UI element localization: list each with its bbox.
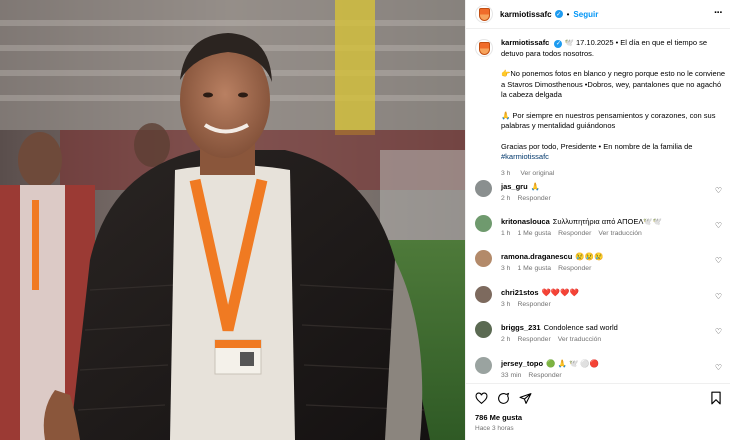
caption-meta: 3 h Ver original <box>501 169 727 180</box>
club-avatar[interactable] <box>475 5 493 23</box>
comment-username[interactable]: jas_gru <box>501 182 528 191</box>
comment-body: jas_gru 🙏 <box>501 182 701 192</box>
comment-text: Συλλυπητήρια από ΑΠΟΕΛ🕊️🕊️ <box>552 217 663 226</box>
post-detail-panel: karmiotissafc ✓ • Seguir ··· karmiotissa… <box>465 0 730 440</box>
comment-like-heart-icon[interactable]: ♡ <box>715 256 722 265</box>
comment-action[interactable]: Responder <box>528 372 561 379</box>
comment-action[interactable]: 1 Me gusta <box>517 265 551 272</box>
comment-like-heart-icon[interactable]: ♡ <box>715 327 722 336</box>
comment-item: jas_gru 🙏 2 h Responder ♡ <box>475 180 727 208</box>
club-crest-icon <box>478 7 490 21</box>
comment-avatar[interactable] <box>475 250 492 267</box>
see-original-link[interactable]: Ver original <box>520 170 554 177</box>
club-crest-icon <box>478 41 490 55</box>
more-icon[interactable]: ··· <box>714 8 723 19</box>
likes-count[interactable]: 786 Me gusta <box>475 413 522 422</box>
comment-username[interactable]: jersey_topo <box>501 359 543 368</box>
comment-text: Condolence sad world <box>543 323 618 332</box>
comment-time: 1 h <box>501 230 511 237</box>
verified-badge-icon: ✓ <box>554 40 563 49</box>
caption-paragraph-1: 👉No ponemos fotos en blanco y negro porq… <box>501 69 726 99</box>
comment-item: jersey_topo 🟢 🙏 🕊️ ⚪🔴 33 min Responder ♡ <box>475 357 727 382</box>
comment-icon[interactable] <box>497 392 510 407</box>
comment-action[interactable]: 1 Me gusta <box>517 230 551 237</box>
comment-like-heart-icon[interactable]: ♡ <box>715 363 722 372</box>
post-photo <box>0 0 465 440</box>
comment-meta: 33 min Responder <box>501 372 569 379</box>
comment-text: 🟢 🙏 🕊️ ⚪🔴 <box>546 359 600 368</box>
comment-time: 33 min <box>501 372 522 379</box>
comment-like-heart-icon[interactable]: ♡ <box>715 186 722 195</box>
comment-time: 2 h <box>501 336 511 343</box>
caption-username[interactable]: karmiotissafc <box>501 38 549 47</box>
comment-meta: 1 h 1 Me gusta Responder Ver traducción <box>501 230 649 237</box>
comment-text: ❤️❤️❤️❤️ <box>541 288 579 297</box>
comment-item: kritonaslouca Συλλυπητήρια από ΑΠΟΕΛ🕊️🕊️ 1… <box>475 215 727 243</box>
post-actions: 786 Me gusta Hace 3 horas <box>466 383 730 440</box>
comment-item: chri21stos ❤️❤️❤️❤️ 3 h Responder ♡ <box>475 286 727 314</box>
comment-time: 3 h <box>501 301 511 308</box>
comment-text: 😢😢😢 <box>575 252 604 261</box>
caption-paragraph-3: Gracias por todo, Presidente • En nombre… <box>501 141 693 151</box>
comment-item: briggs_231 Condolence sad world 2 h Respond… <box>475 321 727 349</box>
comment-body: jersey_topo 🟢 🙏 🕊️ ⚪🔴 <box>501 359 701 369</box>
comment-username[interactable]: chri21stos <box>501 288 539 297</box>
comment-avatar[interactable] <box>475 321 492 338</box>
verified-badge-icon: ✓ <box>554 10 563 18</box>
comment-meta: 3 h 1 Me gusta Responder <box>501 265 598 272</box>
comment-time: 3 h <box>501 265 511 272</box>
share-icon[interactable] <box>519 392 532 407</box>
post-timestamp: Hace 3 horas <box>475 425 514 432</box>
post-image <box>0 0 465 440</box>
comment-action[interactable]: Ver traducción <box>598 230 641 237</box>
comment-username[interactable]: briggs_231 <box>501 323 541 332</box>
bookmark-icon[interactable] <box>710 391 722 407</box>
comment-action[interactable]: Responder <box>558 230 591 237</box>
comment-body: briggs_231 Condolence sad world <box>501 323 701 333</box>
heart-icon[interactable] <box>475 392 488 407</box>
comment-like-heart-icon[interactable]: ♡ <box>715 221 722 230</box>
follow-button[interactable]: Seguir <box>573 10 598 19</box>
caption-paragraph-2: 🙏 Por siempre en nuestros pensamientos y… <box>501 110 716 131</box>
comment-time: 2 h <box>501 195 511 202</box>
comment-body: kritonaslouca Συλλυπητήρια από ΑΠΟΕΛ🕊️🕊️ <box>501 217 701 227</box>
comment-username[interactable]: ramona.draganescu <box>501 252 572 261</box>
comment-meta: 3 h Responder <box>501 301 558 308</box>
comment-action[interactable]: Ver traducción <box>558 336 601 343</box>
post-header: karmiotissafc ✓ • Seguir ··· <box>466 0 730 29</box>
comment-avatar[interactable] <box>475 286 492 303</box>
comment-action[interactable]: Responder <box>517 195 550 202</box>
caption-hashtag[interactable]: #karmiotissafc <box>501 152 549 161</box>
caption-avatar[interactable] <box>475 39 493 57</box>
comment-like-heart-icon[interactable]: ♡ <box>715 292 722 301</box>
post-caption: karmiotissafc ✓ 🕊️ 17.10.2025 • El día e… <box>475 38 727 179</box>
comment-body: chri21stos ❤️❤️❤️❤️ <box>501 288 701 298</box>
comment-item: ramona.draganescu 😢😢😢 3 h 1 Me gusta Respond… <box>475 250 727 278</box>
caption-time: 3 h <box>501 169 511 177</box>
comment-avatar[interactable] <box>475 180 492 197</box>
comment-action[interactable]: Responder <box>558 265 591 272</box>
comment-body: ramona.draganescu 😢😢😢 <box>501 252 701 262</box>
comment-action[interactable]: Responder <box>517 301 550 308</box>
comment-text: 🙏 <box>530 182 541 191</box>
comment-meta: 2 h Responder Ver traducción <box>501 336 608 343</box>
comment-username[interactable]: kritonaslouca <box>501 217 550 226</box>
comment-meta: 2 h Responder <box>501 195 558 202</box>
separator-dot: • <box>566 9 570 19</box>
comment-avatar[interactable] <box>475 357 492 374</box>
comments-scroll-area[interactable]: karmiotissafc ✓ 🕊️ 17.10.2025 • El día e… <box>466 30 730 382</box>
comment-action[interactable]: Responder <box>517 336 550 343</box>
header-username[interactable]: karmiotissafc <box>500 10 552 19</box>
comment-avatar[interactable] <box>475 215 492 232</box>
